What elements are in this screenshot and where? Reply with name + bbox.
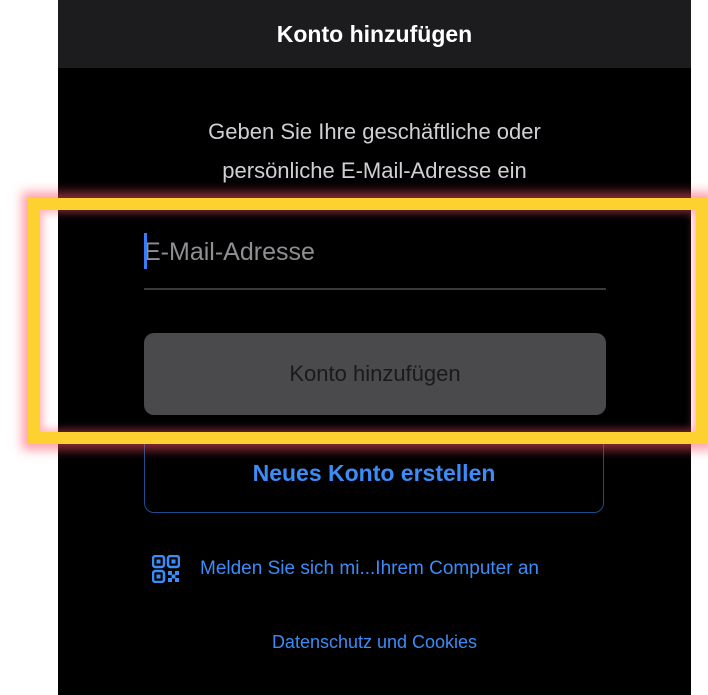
qr-code-icon <box>151 554 181 584</box>
app-screen: Konto hinzufügen Geben Sie Ihre geschäft… <box>58 0 691 695</box>
qr-signin-label: Melden Sie sich mi...Ihrem Computer an <box>200 558 539 579</box>
instruction-line-2: persönliche E-Mail-Adresse ein <box>222 158 527 183</box>
instruction-line-1: Geben Sie Ihre geschäftliche oder <box>208 119 541 144</box>
navigation-bar: Konto hinzufügen <box>58 0 691 68</box>
qr-signin-link[interactable]: Melden Sie sich mi...Ihrem Computer an <box>151 552 539 586</box>
text-cursor <box>144 233 147 269</box>
email-field[interactable] <box>144 222 606 290</box>
create-account-button[interactable]: Neues Konto erstellen <box>144 433 604 513</box>
privacy-cookies-link[interactable]: Datenschutz und Cookies <box>58 632 691 653</box>
instruction-text: Geben Sie Ihre geschäftliche oder persön… <box>58 112 691 190</box>
email-input[interactable] <box>144 232 606 272</box>
add-account-button[interactable]: Konto hinzufügen <box>144 333 606 415</box>
page-title: Konto hinzufügen <box>276 20 473 47</box>
